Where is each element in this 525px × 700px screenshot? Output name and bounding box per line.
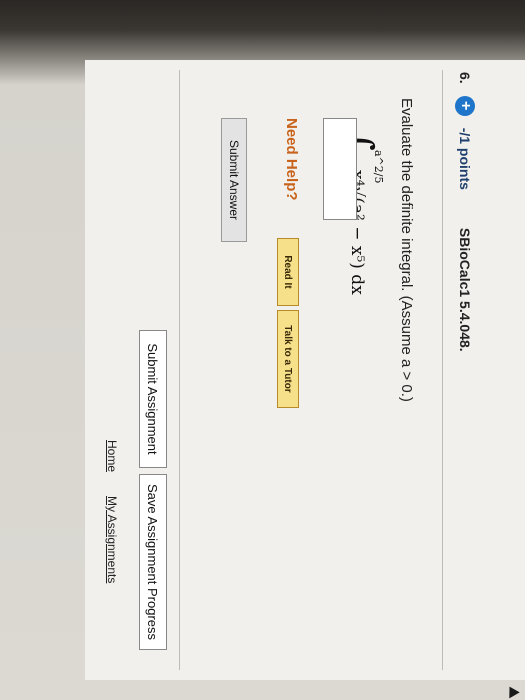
divider [442, 70, 443, 670]
home-link[interactable]: Home [105, 440, 119, 472]
question-number: 6. [457, 72, 473, 84]
question-code: SBioCalc1 5.4.048. [457, 227, 473, 352]
upper-limit: a^2/5 [372, 150, 385, 184]
my-assignments-link[interactable]: My Assignments [105, 496, 119, 583]
save-progress-button[interactable]: Save Assignment Progress [139, 474, 167, 650]
points-label: -/1 points [457, 127, 473, 190]
screen: 6. + -/1 points SBioCalc1 5.4.048. Evalu… [0, 0, 525, 700]
answer-input[interactable] [323, 118, 357, 220]
read-it-button[interactable]: Read It [277, 238, 299, 306]
need-help-label: Need Help? [283, 118, 300, 201]
question-prompt: Evaluate the definite integral. (Assume … [398, 98, 415, 402]
question-header: 6. + -/1 points SBioCalc1 5.4.048. [445, 72, 485, 352]
submit-assignment-button[interactable]: Submit Assignment [139, 330, 167, 468]
assignment-page: 6. + -/1 points SBioCalc1 5.4.048. Evalu… [0, 0, 525, 700]
divider [179, 70, 180, 670]
submit-answer-button[interactable]: Submit Answer [221, 118, 247, 242]
plus-icon[interactable]: + [455, 95, 475, 116]
talk-to-tutor-button[interactable]: Talk to a Tutor [277, 310, 299, 408]
